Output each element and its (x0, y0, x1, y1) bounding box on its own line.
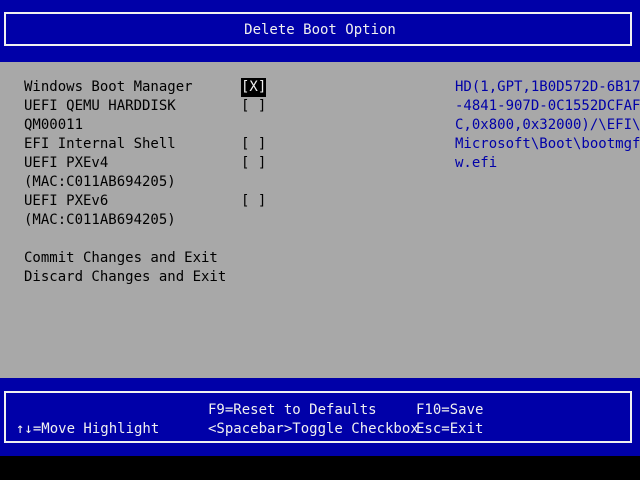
option-uefi-pxev4-label-line2[interactable]: (MAC:C011AB694205) (24, 173, 176, 192)
footer-move-highlight: ↑↓=Move Highlight (16, 421, 160, 437)
option-uefi-pxev6-label[interactable]: UEFI PXEv6 (24, 192, 108, 211)
option-uefi-pxev6-label-line2[interactable]: (MAC:C011AB694205) (24, 211, 176, 230)
main-panel: Windows Boot Manager [X] UEFI QEMU HARDD… (0, 62, 640, 378)
footer-reset-defaults: F9=Reset to Defaults (208, 402, 377, 418)
commit-changes-and-exit[interactable]: Commit Changes and Exit (24, 249, 218, 268)
help-text-line: Microsoft\Boot\bootmgf (455, 136, 640, 152)
option-uefi-pxev6-checkbox[interactable]: [ ] (241, 192, 266, 211)
footer-save: F10=Save (416, 402, 484, 418)
help-text-line: -4841-907D-0C1552DCFAF (455, 98, 640, 114)
option-uefi-pxev4-label[interactable]: UEFI PXEv4 (24, 154, 108, 173)
footer-toggle-checkbox: <Spacebar>Toggle Checkbox (208, 421, 419, 437)
option-uefi-qemu-harddisk-label[interactable]: UEFI QEMU HARDDISK (24, 97, 176, 116)
page-title: Delete Boot Option (244, 22, 396, 38)
help-text-line: HD(1,GPT,1B0D572D-6B17 (455, 79, 640, 95)
option-uefi-qemu-harddisk-label-line2[interactable]: QM00011 (24, 116, 83, 135)
option-efi-internal-shell-checkbox[interactable]: [ ] (241, 135, 266, 154)
help-text-line: w.efi (455, 155, 498, 171)
discard-changes-and-exit[interactable]: Discard Changes and Exit (24, 268, 226, 287)
option-windows-boot-manager-label[interactable]: Windows Boot Manager (24, 78, 193, 97)
footer-exit: Esc=Exit (416, 421, 484, 437)
option-uefi-qemu-harddisk-checkbox[interactable]: [ ] (241, 97, 266, 116)
option-efi-internal-shell-label[interactable]: EFI Internal Shell (24, 135, 176, 154)
footer-bar: F9=Reset to Defaults F10=Save ↑↓=Move Hi… (0, 378, 640, 456)
header-bar: Delete Boot Option (0, 0, 640, 62)
help-text-line: C,0x800,0x32000)/\EFI\ (455, 117, 640, 133)
option-windows-boot-manager-checkbox[interactable]: [X] (241, 78, 267, 97)
option-uefi-pxev4-checkbox[interactable]: [ ] (241, 154, 266, 173)
